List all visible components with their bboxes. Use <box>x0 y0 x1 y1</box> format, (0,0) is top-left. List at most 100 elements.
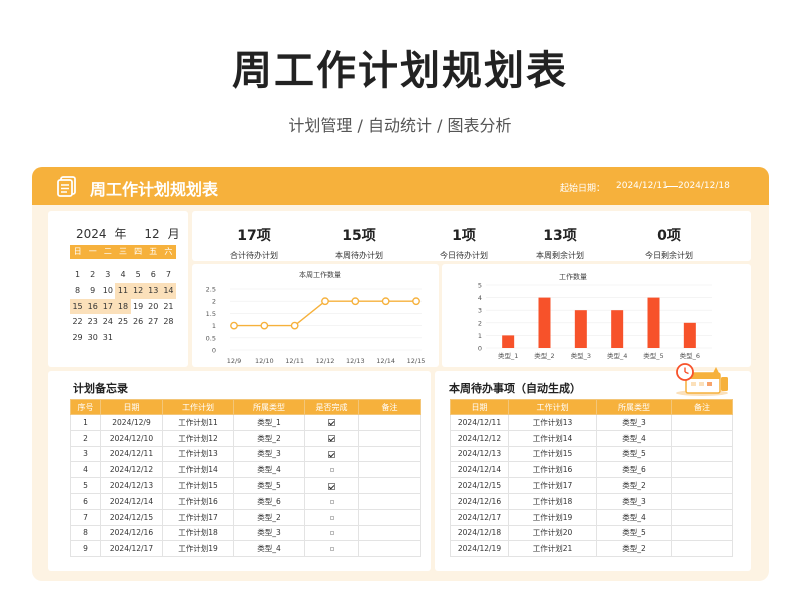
calendar-day[interactable]: 21 <box>161 299 176 315</box>
todo-cell-note[interactable] <box>671 477 733 494</box>
x-tick-label: 12/12 <box>316 357 335 365</box>
calendar-day[interactable]: 8 <box>70 283 85 299</box>
end-date-value[interactable]: 2024/12/18 <box>678 181 730 191</box>
calendar-day[interactable]: 11 <box>115 282 131 299</box>
calendar-day[interactable]: 16 <box>85 298 101 315</box>
start-date-value[interactable]: 2024/12/11 <box>616 181 668 191</box>
memo-cell-date: 2024/12/11 <box>100 445 163 463</box>
memo-cell-note[interactable] <box>358 492 421 510</box>
done-checkbox[interactable] <box>329 547 334 552</box>
todo-cell-type: 类型_3 <box>596 492 672 510</box>
calendar-day[interactable]: 28 <box>161 314 176 330</box>
table-row: 2024/12/15 工作计划17 类型_2 <box>450 477 733 494</box>
calendar-day[interactable]: 1 <box>70 267 85 283</box>
table-row: 2024/12/13 工作计划15 类型_5 <box>450 445 733 463</box>
calendar-day[interactable]: 10 <box>100 283 115 299</box>
calendar-day[interactable]: 15 <box>70 298 86 315</box>
table-row: 5 2024/12/13 工作计划15 类型_5 <box>70 477 421 494</box>
todo-cell-note[interactable] <box>671 414 733 431</box>
calendar-day[interactable]: 6 <box>146 267 161 283</box>
x-tick-label: 类型_1 <box>498 351 518 360</box>
done-checkbox[interactable] <box>328 435 335 443</box>
calendar-day[interactable]: 13 <box>145 282 161 299</box>
calendar-day[interactable]: 24 <box>100 314 115 330</box>
todo-cell-note[interactable] <box>671 429 733 447</box>
calendar-day[interactable]: 19 <box>131 299 146 315</box>
calendar-day[interactable]: 18 <box>115 298 131 315</box>
memo-cell-note[interactable] <box>358 429 421 447</box>
memo-cell-type: 类型_1 <box>233 414 305 431</box>
done-checkbox[interactable] <box>328 450 335 458</box>
todo-cell-note[interactable] <box>671 445 733 463</box>
calendar-month[interactable]: 12 <box>144 227 159 241</box>
done-checkbox[interactable] <box>329 531 334 536</box>
memo-column-header: 备注 <box>358 399 421 415</box>
calendar-day[interactable]: 23 <box>85 314 100 330</box>
calendar-day[interactable]: 5 <box>131 267 146 283</box>
done-checkbox[interactable] <box>329 499 334 504</box>
memo-cell-date: 2024/12/16 <box>100 524 163 542</box>
calendar-day[interactable]: 17 <box>100 298 116 315</box>
bar <box>574 310 587 348</box>
memo-cell-note[interactable] <box>358 477 421 494</box>
memo-cell-date: 2024/12/17 <box>100 540 163 558</box>
memo-cell-note[interactable] <box>358 540 421 558</box>
y-tick-label: 0 <box>478 345 482 353</box>
stat-week: 15项 本周待办计划 <box>309 225 409 261</box>
calendar-day[interactable]: 22 <box>70 314 85 330</box>
memo-cell-done <box>304 445 359 463</box>
y-tick-label: 2 <box>478 319 482 327</box>
memo-cell-note[interactable] <box>358 445 421 463</box>
todo-cell-plan: 工作计划21 <box>508 540 597 558</box>
memo-cell-date: 2024/12/15 <box>100 508 163 526</box>
calendar-year[interactable]: 2024 <box>76 227 107 241</box>
memo-cell-note[interactable] <box>358 524 421 542</box>
calendar-day[interactable]: 30 <box>85 330 100 346</box>
hero-title: 周工作计划规划表 <box>232 48 568 94</box>
calendar-day[interactable]: 7 <box>161 267 176 283</box>
x-tick-label: 12/9 <box>227 357 242 365</box>
table-row: 7 2024/12/15 工作计划17 类型_2 <box>70 508 421 526</box>
todo-cell-type: 类型_5 <box>596 524 672 542</box>
x-tick-label: 12/11 <box>285 357 304 365</box>
calendar-day[interactable]: 9 <box>85 283 100 299</box>
table-row: 2024/12/14 工作计划16 类型_6 <box>450 461 733 479</box>
calendar-day[interactable]: 14 <box>160 282 176 299</box>
stat-week-remaining: 13项 本周剩余计划 <box>510 225 610 261</box>
stat-today-remaining-value: 0项 <box>657 228 681 244</box>
line-point <box>290 321 299 330</box>
table-row: 6 2024/12/14 工作计划16 类型_6 <box>70 492 421 510</box>
calendar-day[interactable]: 25 <box>115 314 130 330</box>
calendar-day[interactable]: 4 <box>115 267 130 283</box>
done-checkbox[interactable] <box>329 515 334 520</box>
memo-cell-note[interactable] <box>358 414 421 431</box>
todo-cell-note[interactable] <box>671 540 733 558</box>
x-tick-label: 12/15 <box>407 357 426 365</box>
todo-cell-date: 2024/12/13 <box>450 445 509 463</box>
memo-cell-type: 类型_4 <box>233 540 305 558</box>
memo-cell-done <box>304 492 359 510</box>
calendar-day[interactable]: 26 <box>131 314 146 330</box>
x-tick-label: 类型_3 <box>571 351 591 360</box>
todo-cell-note[interactable] <box>671 461 733 479</box>
done-checkbox[interactable] <box>328 482 335 490</box>
table-row: 1 2024/12/9 工作计划11 类型_1 <box>70 414 421 431</box>
memo-cell-plan: 工作计划12 <box>162 429 234 447</box>
calendar-day[interactable]: 3 <box>100 267 115 283</box>
todo-cell-plan: 工作计划18 <box>508 492 597 510</box>
memo-cell-note[interactable] <box>358 508 421 526</box>
memo-cell-note[interactable] <box>358 461 421 479</box>
todo-cell-note[interactable] <box>671 492 733 510</box>
calendar-day[interactable]: 29 <box>70 330 85 346</box>
calendar-day[interactable]: 20 <box>146 299 161 315</box>
table-row: 9 2024/12/17 工作计划19 类型_4 <box>70 540 421 558</box>
stat-today-remaining-label: 今日剩余计划 <box>645 251 693 260</box>
calendar-day[interactable]: 27 <box>146 314 161 330</box>
calendar-day[interactable]: 2 <box>85 267 100 283</box>
calendar-day[interactable]: 12 <box>130 282 146 299</box>
calendar-day[interactable]: 31 <box>100 330 115 346</box>
done-checkbox[interactable] <box>329 468 334 473</box>
done-checkbox[interactable] <box>328 419 335 427</box>
todo-cell-note[interactable] <box>671 524 733 542</box>
todo-cell-note[interactable] <box>671 508 733 526</box>
